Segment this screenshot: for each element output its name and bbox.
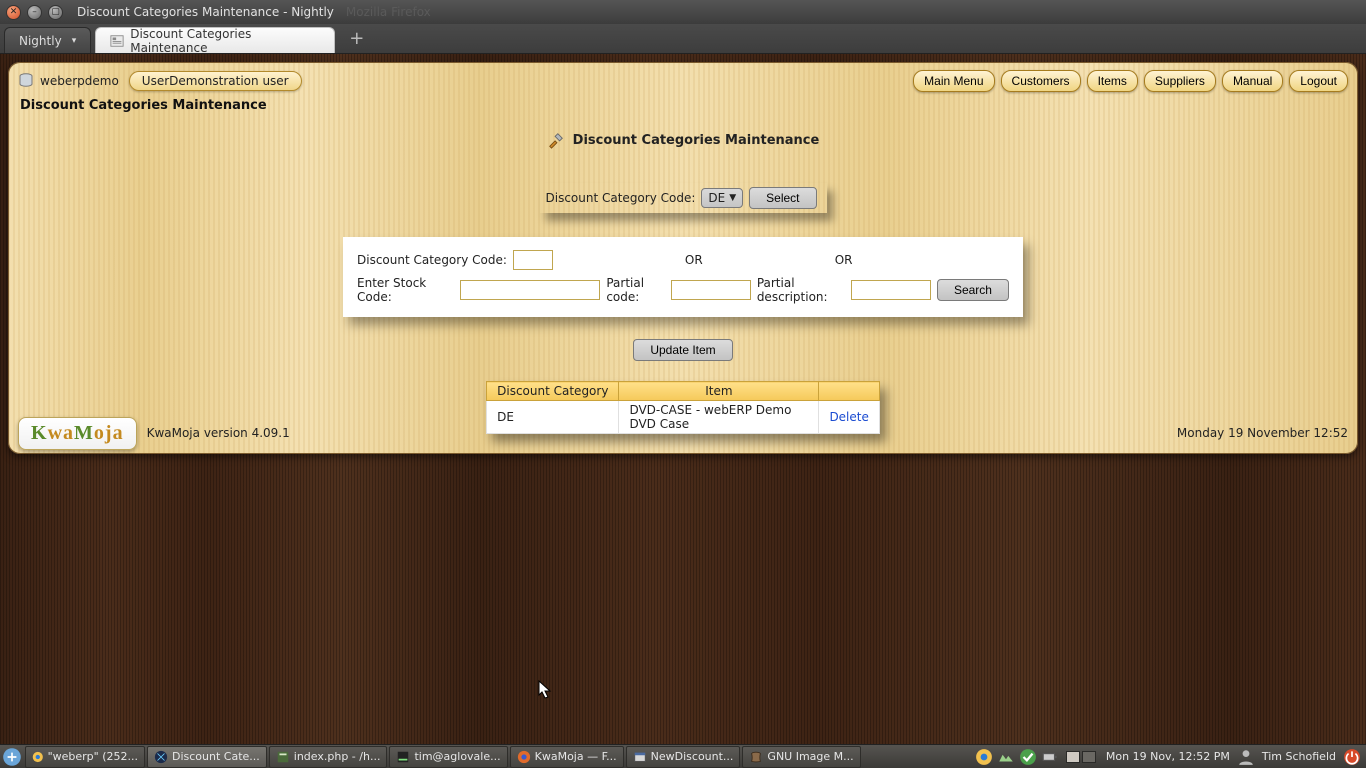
database-name: weberpdemo <box>40 74 119 88</box>
category-selector-panel: Discount Category Code: DE ▼ Select <box>540 183 827 213</box>
update-item-button[interactable]: Update Item <box>633 339 732 361</box>
nav-manual[interactable]: Manual <box>1222 70 1283 92</box>
col-discount-category: Discount Category <box>487 382 619 401</box>
window-minimize-button[interactable]: – <box>27 5 42 20</box>
partial-description-input[interactable] <box>851 280 931 300</box>
tray-clock[interactable]: Mon 19 Nov, 12:52 PM <box>1102 750 1234 763</box>
taskbar-item-label: GNU Image M... <box>767 750 853 763</box>
user-prefix: User <box>142 74 169 88</box>
taskbar: "weberp" (252... Discount Cate... index.… <box>0 744 1366 768</box>
user-name: Demonstration user <box>169 74 288 88</box>
category-code-label: Discount Category Code: <box>546 191 696 205</box>
window-titlebar: ✕ – ▢ Discount Categories Maintenance - … <box>0 0 1366 24</box>
chevron-down-icon: ▼ <box>729 193 736 203</box>
tray-chrome-icon[interactable] <box>975 746 993 768</box>
col-action <box>819 382 879 401</box>
or-label-1: OR <box>685 253 703 267</box>
search-panel: Discount Category Code: OR OR Enter Stoc… <box>343 237 1023 317</box>
start-menu-icon[interactable] <box>1 746 23 768</box>
nav-customers[interactable]: Customers <box>1001 70 1081 92</box>
app-footer: KwaMoja KwaMoja version 4.09.1 Monday 19… <box>8 412 1358 454</box>
partial-code-input[interactable] <box>671 280 751 300</box>
nav-suppliers[interactable]: Suppliers <box>1144 70 1216 92</box>
chevron-down-icon: ▾ <box>72 36 77 46</box>
window-close-button[interactable]: ✕ <box>6 5 21 20</box>
taskbar-item[interactable]: tim@aglovale... <box>389 746 507 768</box>
taskbar-item-label: "weberp" (252... <box>48 750 138 763</box>
taskbar-item-label: KwaMoja — F... <box>535 750 617 763</box>
database-chip: weberpdemo <box>18 73 119 89</box>
user-pill[interactable]: UserDemonstration user <box>129 71 302 91</box>
stock-code-input[interactable] <box>460 280 600 300</box>
nav-items[interactable]: Items <box>1087 70 1138 92</box>
taskbar-item[interactable]: NewDiscount... <box>626 746 741 768</box>
taskbar-item-label: tim@aglovale... <box>414 750 500 763</box>
or-label-2: OR <box>835 253 853 267</box>
partial-desc-label: Partial description: <box>757 276 845 304</box>
tray-power-icon[interactable] <box>1343 746 1361 768</box>
taskbar-item[interactable]: "weberp" (252... <box>25 746 145 768</box>
discount-category-code-input[interactable] <box>513 250 553 270</box>
nav-logout[interactable]: Logout <box>1289 70 1348 92</box>
new-tab-button[interactable]: + <box>339 28 374 53</box>
browser-tab-label: Nightly <box>19 34 62 48</box>
workspace-switcher[interactable] <box>1066 751 1096 763</box>
center-title: Discount Categories Maintenance <box>573 133 820 148</box>
tools-icon <box>547 131 565 149</box>
browser-tabstrip: Nightly ▾ Discount Categories Maintenanc… <box>0 24 1366 54</box>
tray-battery-icon[interactable] <box>1041 746 1059 768</box>
tray-user-icon[interactable] <box>1237 746 1255 768</box>
col-item: Item <box>619 382 819 401</box>
version-text: KwaMoja version 4.09.1 <box>147 426 290 440</box>
taskbar-item-label: index.php - /h... <box>294 750 381 763</box>
taskbar-item[interactable]: GNU Image M... <box>742 746 860 768</box>
page-heading: Discount Categories Maintenance <box>8 92 1358 113</box>
category-code-select[interactable]: DE ▼ <box>701 188 743 208</box>
window-title: Discount Categories Maintenance - Nightl… <box>77 5 334 19</box>
dcc-label: Discount Category Code: <box>357 253 507 267</box>
favicon-icon <box>110 34 124 48</box>
taskbar-item[interactable]: KwaMoja — F... <box>510 746 624 768</box>
mouse-cursor-icon <box>538 680 552 700</box>
tray-username[interactable]: Tim Schofield <box>1258 750 1340 763</box>
taskbar-item-label: NewDiscount... <box>651 750 734 763</box>
browser-tab-nightly[interactable]: Nightly ▾ <box>4 27 91 53</box>
tray-check-icon[interactable] <box>1019 746 1037 768</box>
nav-buttons: Main Menu Customers Items Suppliers Manu… <box>913 70 1348 92</box>
taskbar-item-label: Discount Cate... <box>172 750 260 763</box>
center-title-row: Discount Categories Maintenance <box>8 131 1358 149</box>
stock-code-label: Enter Stock Code: <box>357 276 454 304</box>
taskbar-item[interactable]: Discount Cate... <box>147 746 267 768</box>
browser-tab-active[interactable]: Discount Categories Maintenance <box>95 27 335 53</box>
database-icon <box>18 73 34 89</box>
taskbar-item[interactable]: index.php - /h... <box>269 746 388 768</box>
browser-tab-label: Discount Categories Maintenance <box>130 27 320 55</box>
footer-date: Monday 19 November 12:52 <box>1177 426 1348 440</box>
category-code-value: DE <box>708 191 725 205</box>
window-title-ghost: Mozilla Firefox <box>346 5 431 19</box>
select-button[interactable]: Select <box>749 187 816 209</box>
tray-network-icon[interactable] <box>997 746 1015 768</box>
partial-code-label: Partial code: <box>606 276 664 304</box>
system-tray: Mon 19 Nov, 12:52 PM Tim Schofield <box>974 746 1366 768</box>
logo[interactable]: KwaMoja <box>18 417 137 450</box>
search-button[interactable]: Search <box>937 279 1009 301</box>
app-card: weberpdemo UserDemonstration user Main M… <box>8 62 1358 454</box>
nav-main-menu[interactable]: Main Menu <box>913 70 994 92</box>
window-maximize-button[interactable]: ▢ <box>48 5 63 20</box>
